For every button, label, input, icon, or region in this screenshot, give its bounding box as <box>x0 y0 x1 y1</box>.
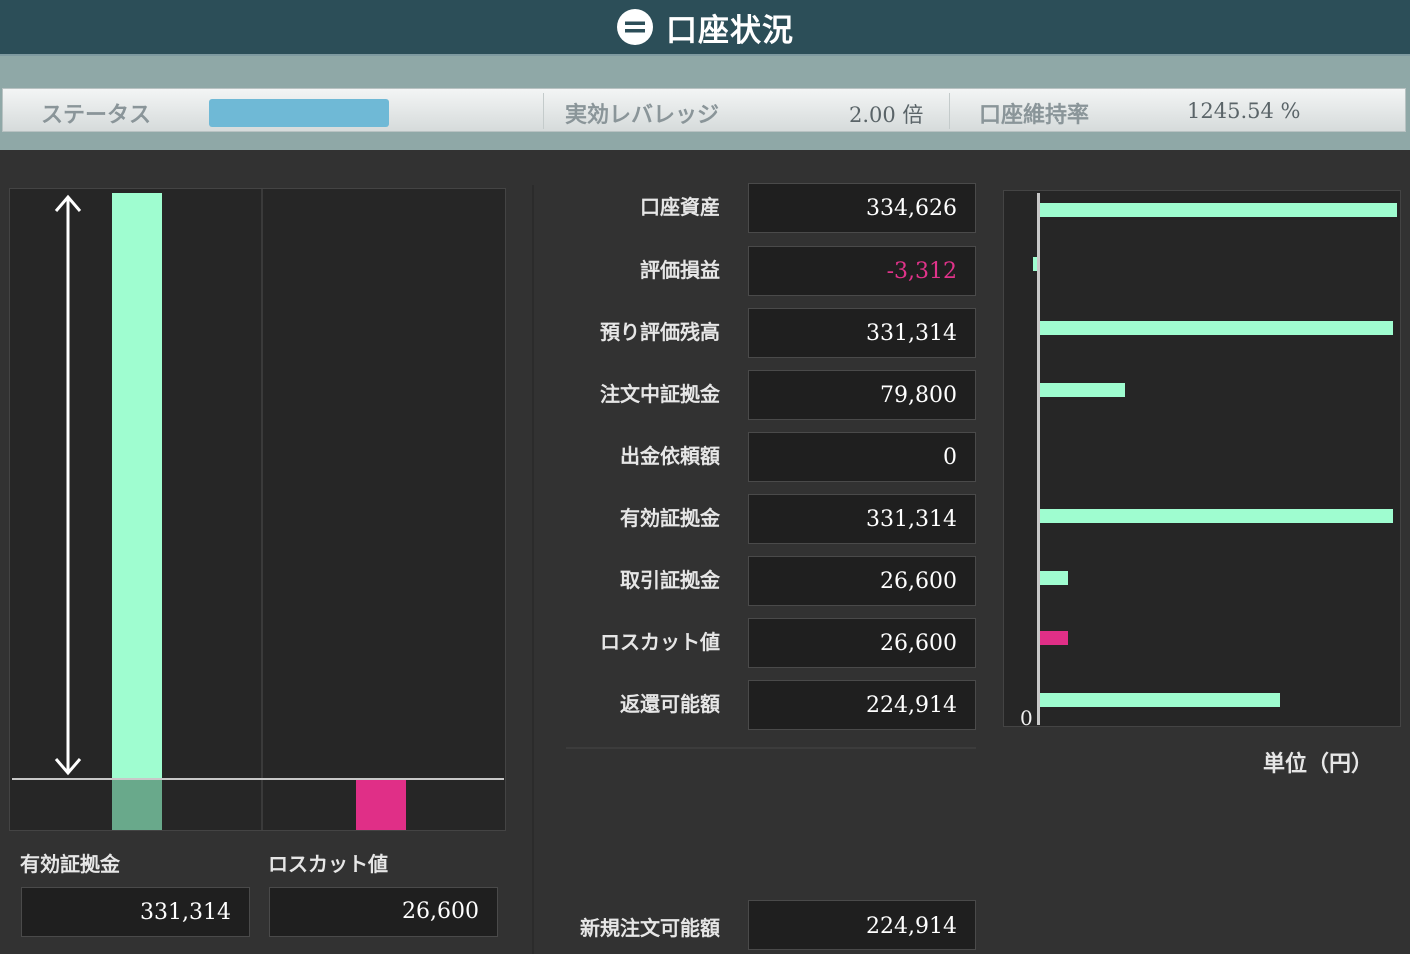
value-row-value: 334,626 <box>748 183 976 233</box>
page-title: 口座状況 <box>666 12 794 49</box>
account-bar-chart: 0 <box>1003 190 1401 730</box>
leverage-value: 2.00 倍 <box>849 103 924 127</box>
loss-cut-value: 26,600 <box>269 887 498 937</box>
effective-margin-value: 331,314 <box>21 887 250 937</box>
value-row-value: 26,600 <box>748 556 976 606</box>
loss-cut-label: ロスカット値 <box>268 852 388 876</box>
value-row-label: 取引証拠金 <box>620 568 720 592</box>
value-row-value: 331,314 <box>748 308 976 358</box>
loss-cut-bar <box>356 780 406 830</box>
minus-circle-icon <box>617 9 653 45</box>
zero-axis <box>1037 193 1040 725</box>
status-label: ステータス <box>41 103 152 128</box>
status-indicator <box>209 99 389 127</box>
chart-bar <box>1040 203 1397 217</box>
chart-bar <box>1040 383 1126 397</box>
value-row-label: 出金依頼額 <box>620 444 720 468</box>
chart-divider <box>261 189 263 830</box>
value-row-value: 0 <box>748 432 976 482</box>
value-row-value: 224,914 <box>748 680 976 730</box>
margin-rate-value: 1245.54 % <box>1187 99 1301 123</box>
unit-label: 単位（円） <box>1263 752 1374 777</box>
section-divider <box>566 747 976 749</box>
effective-margin-label: 有効証拠金 <box>20 852 120 876</box>
leverage-label: 実効レバレッジ <box>565 103 720 128</box>
divider <box>949 93 950 129</box>
chart-bar <box>1040 509 1394 523</box>
value-row-value: 331,314 <box>748 494 976 544</box>
value-row-label: ロスカット値 <box>600 630 720 654</box>
value-row-label: 評価損益 <box>640 258 720 282</box>
divider <box>543 93 544 129</box>
value-row-label: 預り評価残高 <box>600 320 720 344</box>
margin-rate-label: 口座維持率 <box>979 103 1090 128</box>
value-row-label: 口座資産 <box>640 195 720 219</box>
margin-comparison-chart <box>9 188 506 831</box>
zero-tick-label: 0 <box>1020 706 1033 730</box>
page-header: 口座状況 <box>0 0 1410 56</box>
chart-bar <box>1040 631 1069 645</box>
chart-bar <box>1040 571 1069 585</box>
chart-bar <box>1033 257 1037 271</box>
status-bar: ステータス 実効レバレッジ 2.00 倍 口座維持率 1245.54 % <box>2 88 1406 132</box>
chart-bar <box>1040 693 1280 707</box>
value-row-value: 79,800 <box>748 370 976 420</box>
chart-bar <box>1040 321 1394 335</box>
effective-margin-bar-base <box>112 780 162 830</box>
new-order-value: 224,914 <box>748 900 976 950</box>
effective-margin-bar <box>112 193 162 778</box>
new-order-label: 新規注文可能額 <box>580 916 720 940</box>
value-row-value: -3,312 <box>748 246 976 296</box>
value-row-value: 26,600 <box>748 618 976 668</box>
value-row-label: 注文中証拠金 <box>600 382 720 406</box>
value-row-label: 有効証拠金 <box>620 506 720 530</box>
value-row-label: 返還可能額 <box>620 692 720 716</box>
double-arrow-icon <box>54 194 82 776</box>
